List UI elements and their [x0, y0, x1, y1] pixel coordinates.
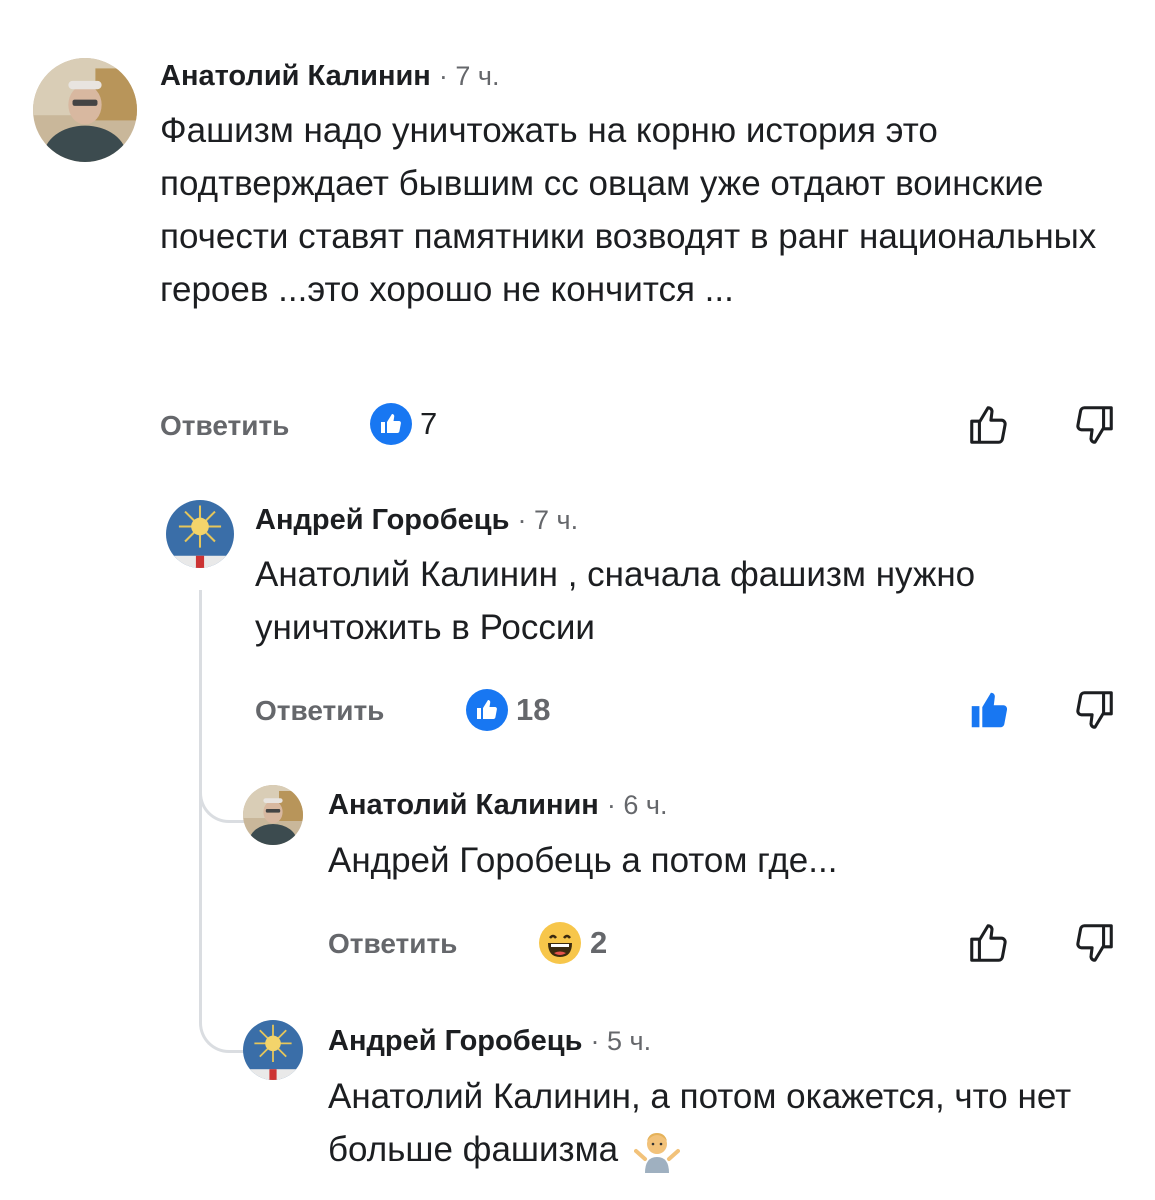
dislike-button-icon[interactable]	[1071, 920, 1117, 966]
reaction-count: 18	[516, 692, 551, 727]
comment-time[interactable]: · 6 ч.	[607, 790, 668, 820]
reaction-count: 7	[420, 406, 438, 441]
comment-author[interactable]: Анатолий Калинин · 7 ч.	[160, 60, 499, 93]
comment-time[interactable]: · 5 ч.	[591, 1026, 652, 1056]
avatar[interactable]	[166, 500, 234, 568]
like-button-icon[interactable]	[966, 402, 1012, 448]
person-shrugging-emoji-icon	[633, 1129, 680, 1175]
author-name[interactable]: Андрей Горобець	[255, 504, 509, 536]
thread-connector	[199, 1000, 246, 1053]
dislike-button-icon[interactable]	[1071, 687, 1117, 733]
author-name[interactable]: Анатолий Калинин	[328, 789, 599, 821]
comment-author[interactable]: Андрей Горобець · 5 ч.	[328, 1025, 651, 1058]
reaction-summary[interactable]: 2	[538, 921, 607, 965]
comment-time[interactable]: · 7 ч.	[439, 61, 500, 91]
author-name[interactable]: Анатолий Калинин	[160, 60, 431, 92]
comment-author[interactable]: Анатолий Калинин · 6 ч.	[328, 789, 667, 822]
reaction-summary[interactable]: 18	[466, 689, 550, 731]
comment-text: Фашизм надо уничтожать на корню история …	[160, 111, 1097, 309]
reaction-summary[interactable]: 7	[370, 403, 437, 445]
like-icon	[466, 689, 508, 731]
comment-text: Анатолий Калинин , сначала фашизм нужно …	[255, 555, 976, 647]
reaction-count: 2	[590, 925, 608, 960]
thread-connector	[199, 770, 246, 823]
reply-button[interactable]: Ответить	[255, 695, 384, 727]
comment-text: Анатолий Калинин, а потом окажется, что …	[328, 1070, 1128, 1176]
comment-text: Андрей Горобець а потом где...	[328, 841, 838, 880]
comment-author[interactable]: Андрей Горобець · 7 ч.	[255, 504, 578, 537]
reply-button[interactable]: Ответить	[328, 928, 457, 960]
comment-text-content: Анатолий Калинин, а потом окажется, что …	[328, 1077, 1072, 1169]
author-name[interactable]: Андрей Горобець	[328, 1025, 582, 1057]
laughing-emoji-icon	[538, 921, 582, 965]
like-button-icon[interactable]	[966, 920, 1012, 966]
reply-button[interactable]: Ответить	[160, 410, 289, 442]
avatar[interactable]	[243, 785, 303, 845]
avatar[interactable]	[243, 1020, 303, 1080]
comment-time[interactable]: · 7 ч.	[518, 505, 579, 535]
avatar[interactable]	[33, 58, 137, 162]
like-icon	[370, 403, 412, 445]
dislike-button-icon[interactable]	[1071, 402, 1117, 448]
like-button-active-icon[interactable]	[966, 687, 1012, 733]
